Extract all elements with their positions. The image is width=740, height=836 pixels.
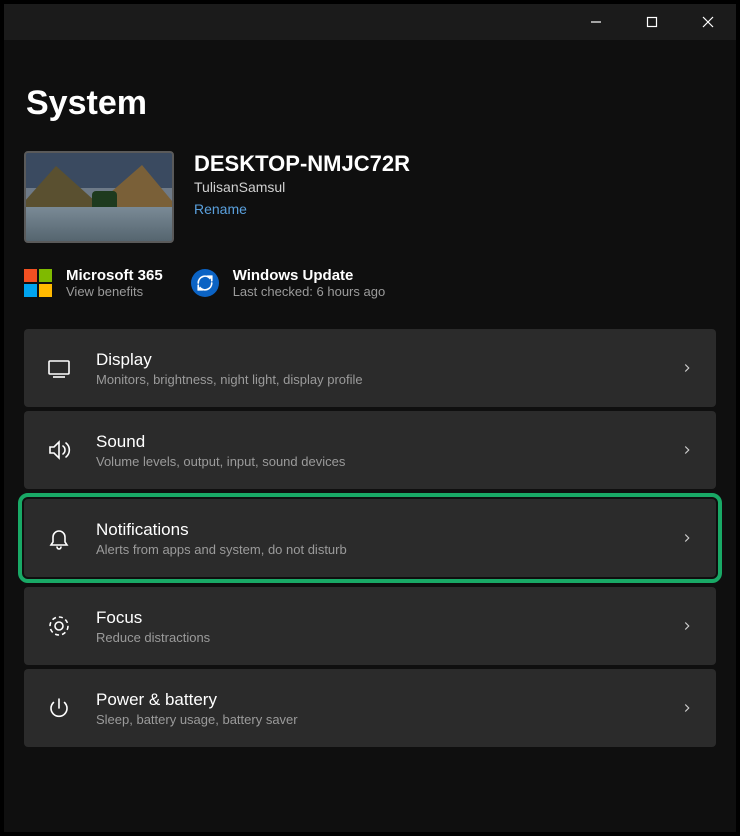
settings-row-desc: Alerts from apps and system, do not dist…	[96, 542, 656, 557]
settings-row-title: Notifications	[96, 520, 656, 540]
info-tiles: Microsoft 365 View benefits Windows Upda…	[24, 267, 716, 299]
device-summary: DESKTOP-NMJC72R TulisanSamsul Rename	[24, 151, 716, 243]
ms365-title: Microsoft 365	[66, 267, 163, 284]
power-icon	[46, 695, 72, 721]
titlebar	[4, 4, 736, 40]
device-subname: TulisanSamsul	[194, 179, 410, 195]
minimize-button[interactable]	[568, 4, 624, 40]
settings-row-desc: Monitors, brightness, night light, displ…	[96, 372, 656, 387]
display-icon	[46, 355, 72, 381]
settings-row-title: Power & battery	[96, 690, 656, 710]
sync-icon	[191, 269, 219, 297]
device-name: DESKTOP-NMJC72R	[194, 151, 410, 177]
windows-update-title: Windows Update	[233, 267, 386, 284]
settings-row-title: Focus	[96, 608, 656, 628]
microsoft-icon	[24, 269, 52, 297]
close-icon	[702, 16, 714, 28]
close-button[interactable]	[680, 4, 736, 40]
settings-row-title: Sound	[96, 432, 656, 452]
settings-row-power[interactable]: Power & battery Sleep, battery usage, ba…	[24, 669, 716, 747]
settings-row-display[interactable]: Display Monitors, brightness, night ligh…	[24, 329, 716, 407]
settings-row-notifications[interactable]: Notifications Alerts from apps and syste…	[24, 499, 716, 577]
settings-list: Display Monitors, brightness, night ligh…	[24, 329, 716, 747]
settings-row-desc: Volume levels, output, input, sound devi…	[96, 454, 656, 469]
settings-row-title: Display	[96, 350, 656, 370]
bell-icon	[46, 525, 72, 551]
page-title: System	[26, 84, 716, 123]
chevron-right-icon	[680, 443, 694, 457]
settings-row-desc: Sleep, battery usage, battery saver	[96, 712, 656, 727]
chevron-right-icon	[680, 531, 694, 545]
windows-update-tile[interactable]: Windows Update Last checked: 6 hours ago	[191, 267, 386, 299]
sound-icon	[46, 437, 72, 463]
chevron-right-icon	[680, 701, 694, 715]
minimize-icon	[590, 16, 602, 28]
chevron-right-icon	[680, 619, 694, 633]
focus-icon	[46, 613, 72, 639]
chevron-right-icon	[680, 361, 694, 375]
desktop-wallpaper-thumbnail[interactable]	[24, 151, 174, 243]
settings-row-focus[interactable]: Focus Reduce distractions	[24, 587, 716, 665]
rename-link[interactable]: Rename	[194, 201, 410, 217]
ms365-desc: View benefits	[66, 284, 163, 299]
settings-row-desc: Reduce distractions	[96, 630, 656, 645]
windows-update-desc: Last checked: 6 hours ago	[233, 284, 386, 299]
maximize-button[interactable]	[624, 4, 680, 40]
microsoft-365-tile[interactable]: Microsoft 365 View benefits	[24, 267, 163, 299]
maximize-icon	[646, 16, 658, 28]
settings-row-sound[interactable]: Sound Volume levels, output, input, soun…	[24, 411, 716, 489]
